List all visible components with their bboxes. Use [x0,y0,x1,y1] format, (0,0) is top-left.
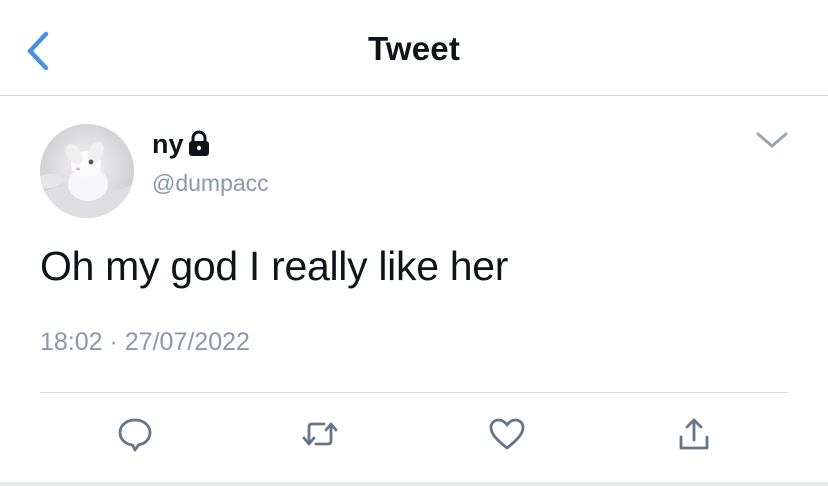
tweet-timestamp: 18:02 · 27/07/2022 [40,328,250,357]
bottom-divider [0,482,828,486]
share-button[interactable] [674,414,714,454]
lock-icon [187,130,211,158]
tweet-time: 18:02 [40,328,103,356]
like-icon[interactable] [487,414,527,454]
tweet-text: Oh my god I really like her [40,243,509,289]
page-title: Tweet [367,30,461,67]
retweet-icon[interactable] [300,414,340,454]
meta-separator: · [109,328,118,356]
chevron-down-icon[interactable] [752,126,792,154]
reply-icon[interactable] [115,414,155,454]
author-row: ny [152,128,211,160]
tweet-date: 27/07/2022 [124,328,250,356]
like-button[interactable] [487,414,527,454]
tweet-menu-button[interactable] [752,126,792,154]
top-bar: Tweet [0,0,828,96]
reply-button[interactable] [115,414,155,454]
bunny-photo [40,124,134,218]
divider [40,392,788,393]
display-name[interactable]: ny [152,128,184,160]
avatar[interactable] [40,124,134,218]
share-icon[interactable] [674,414,714,454]
retweet-button[interactable] [300,414,340,454]
user-handle[interactable]: @dumpacc [152,170,269,197]
